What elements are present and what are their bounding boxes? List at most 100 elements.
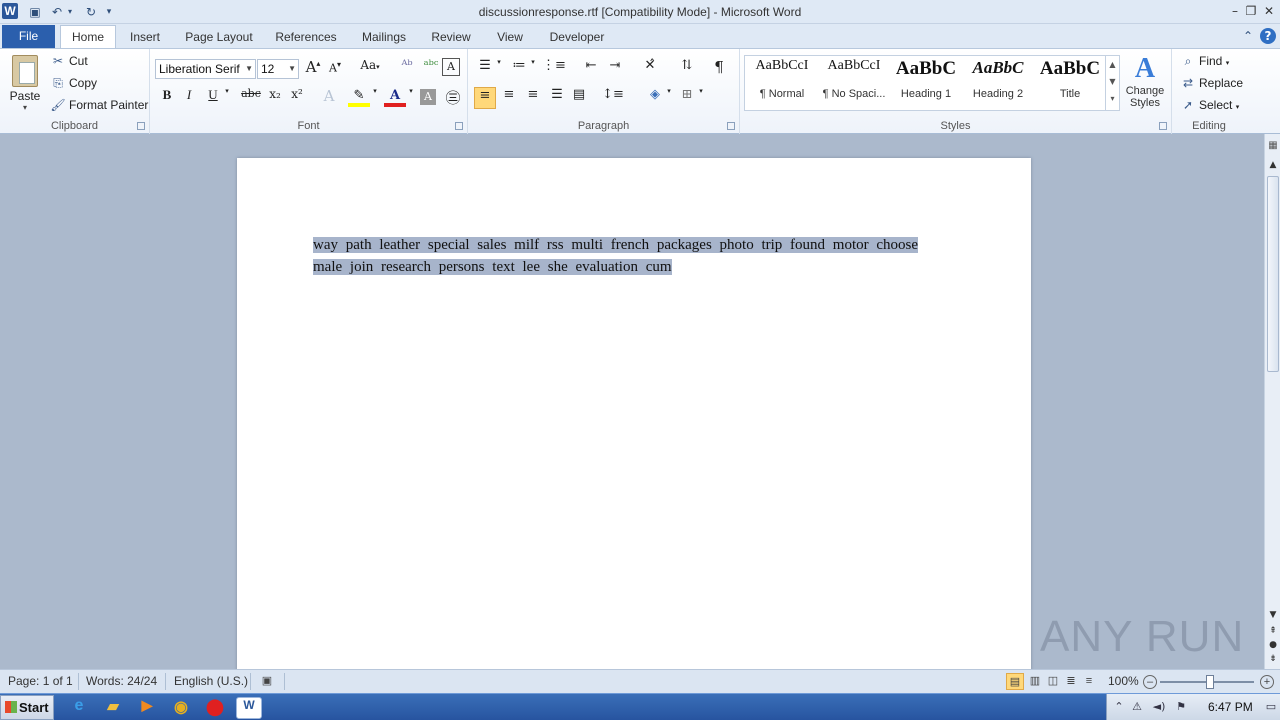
action-center-flag-icon[interactable]: ⚑ (1173, 699, 1189, 715)
close-icon[interactable]: ✕ (1260, 2, 1278, 20)
full-screen-reading-icon[interactable]: ▥ (1026, 673, 1044, 690)
align-center-button[interactable]: ≡ (498, 87, 520, 109)
paragraph-launcher-icon[interactable] (727, 122, 735, 130)
vertical-scrollbar[interactable]: ▦ ▲ ▼ ⇞ ● ⇟ (1264, 134, 1280, 669)
taskbar-clock[interactable]: 6:47 PM (1208, 700, 1253, 714)
zoom-out-icon[interactable]: – (1143, 675, 1157, 689)
enclose-characters-button[interactable]: ㊂ (442, 87, 464, 109)
macro-recording-icon[interactable]: ▣ (258, 673, 276, 690)
restore-icon[interactable]: ❐ (1242, 2, 1260, 20)
style-normal[interactable]: AaBbCcI ¶ Normal (747, 58, 817, 108)
gallery-more-icon[interactable]: ▾ (1106, 90, 1119, 107)
help-icon[interactable]: ? (1260, 28, 1276, 44)
text-effects-button[interactable]: A (318, 87, 340, 109)
paste-button[interactable]: Paste ▾ (6, 53, 44, 117)
numbering-button[interactable]: ≔ (508, 58, 530, 80)
shading-button[interactable]: ◈ (644, 87, 666, 109)
underline-button[interactable]: U (202, 87, 224, 109)
phonetic-guide-button[interactable]: ᵃᵇᶜ (420, 58, 442, 80)
show-desktop-icon[interactable]: ▭ (1263, 699, 1279, 715)
styles-launcher-icon[interactable] (1159, 122, 1167, 130)
browse-object-icon[interactable]: ● (1266, 638, 1280, 652)
opera-icon[interactable]: ⬤ (204, 697, 226, 719)
show-hidden-icons-icon[interactable]: ⌃ (1111, 699, 1127, 715)
font-name-combo[interactable]: Liberation Serif ▼ (155, 59, 256, 79)
zoom-in-icon[interactable]: + (1260, 675, 1274, 689)
outline-view-icon[interactable]: ≣ (1062, 673, 1080, 690)
chrome-icon[interactable]: ◉ (170, 697, 192, 719)
strikethrough-button[interactable]: abc (238, 87, 264, 109)
sort-button[interactable]: ⇅ (676, 58, 698, 80)
gallery-scroll[interactable]: ▲ ▼ ▾ (1105, 56, 1119, 110)
highlight-dropdown-icon[interactable]: ▾ (370, 87, 380, 109)
zoom-slider-thumb[interactable] (1206, 675, 1214, 689)
copy-button[interactable]: ⎘ Copy (50, 73, 97, 93)
word-taskbar-button[interactable]: W (236, 697, 262, 719)
select-button[interactable]: ➚ Select ▾ (1180, 95, 1239, 115)
tab-insert[interactable]: Insert (124, 26, 166, 48)
cut-button[interactable]: ✂ Cut (50, 51, 88, 71)
show-marks-button[interactable]: ¶ (708, 58, 730, 80)
file-explorer-icon[interactable]: ▰ (102, 697, 124, 719)
font-launcher-icon[interactable] (455, 122, 463, 130)
justify-button[interactable]: ☰ (546, 87, 568, 109)
replace-button[interactable]: ⇄ Replace (1180, 73, 1243, 93)
view-ruler-icon[interactable]: ▦ (1266, 140, 1280, 154)
tab-view[interactable]: View (490, 26, 530, 48)
page-count[interactable]: Page: 1 of 1 (8, 674, 73, 688)
style-heading-1[interactable]: AaBbC Heading 1 (891, 58, 961, 108)
style-no-spacing[interactable]: AaBbCcI ¶ No Spaci... (819, 58, 889, 108)
word-count[interactable]: Words: 24/24 (86, 674, 157, 688)
style-heading-2[interactable]: AaBbC Heading 2 (963, 58, 1033, 108)
multilevel-list-button[interactable]: ⋮≡ (542, 58, 566, 80)
media-player-icon[interactable]: ▶ (136, 697, 158, 719)
language-indicator[interactable]: English (U.S.) (174, 674, 248, 688)
style-title[interactable]: AaBbC Title (1035, 58, 1105, 108)
print-layout-view-icon[interactable]: ▤ (1006, 673, 1024, 690)
document-body[interactable]: way path leather special sales milf rss … (313, 234, 943, 278)
align-right-button[interactable]: ≡ (522, 87, 544, 109)
tab-file[interactable]: File (2, 25, 55, 48)
scroll-down-icon[interactable]: ▼ (1266, 608, 1280, 622)
tab-references[interactable]: References (272, 26, 340, 48)
font-size-combo[interactable]: 12 ▼ (257, 59, 299, 79)
format-painter-button[interactable]: 🖌 Format Painter (50, 95, 148, 115)
tab-mailings[interactable]: Mailings (356, 26, 412, 48)
tab-developer[interactable]: Developer (546, 26, 608, 48)
previous-page-icon[interactable]: ⇞ (1266, 624, 1280, 638)
font-color-button[interactable]: A (384, 87, 406, 107)
bullets-button[interactable]: ☰ (474, 58, 496, 80)
start-button[interactable]: Start (0, 695, 54, 720)
scroll-up-icon[interactable]: ▲ (1266, 158, 1280, 172)
minimize-ribbon-icon[interactable]: ⌃ (1240, 28, 1256, 44)
change-case-button[interactable]: Aa▾ (356, 58, 384, 80)
scroll-thumb[interactable] (1267, 176, 1279, 372)
tab-home[interactable]: Home (60, 25, 116, 49)
draft-view-icon[interactable]: ≡ (1080, 673, 1098, 690)
character-shading-button[interactable]: A (420, 89, 436, 105)
bullets-dropdown-icon[interactable]: ▾ (494, 58, 504, 80)
shrink-font-button[interactable]: A▾ (324, 60, 346, 82)
numbering-dropdown-icon[interactable]: ▾ (528, 58, 538, 80)
internet-explorer-icon[interactable]: e (68, 697, 90, 719)
decrease-indent-button[interactable]: ⇤ (580, 58, 602, 80)
selected-text[interactable]: way path leather special sales milf rss … (313, 237, 919, 275)
shading-dropdown-icon[interactable]: ▾ (664, 87, 674, 109)
underline-dropdown-icon[interactable]: ▾ (222, 87, 232, 109)
asian-layout-button[interactable]: ✕̂ (636, 58, 664, 80)
font-color-dropdown-icon[interactable]: ▾ (406, 87, 416, 109)
clipboard-launcher-icon[interactable] (137, 122, 145, 130)
distributed-button[interactable]: ▤ (568, 87, 590, 109)
align-left-button[interactable]: ≡ (474, 87, 496, 109)
volume-icon[interactable]: ◄) (1151, 699, 1167, 715)
find-button[interactable]: ⌕ Find ▾ (1180, 51, 1230, 71)
superscript-button[interactable]: x² (286, 87, 308, 109)
increase-indent-button[interactable]: ⇥ (604, 58, 626, 80)
italic-button[interactable]: I (178, 87, 200, 109)
gallery-up-icon[interactable]: ▲ (1106, 56, 1119, 73)
line-spacing-button[interactable]: ↕≡ (602, 87, 624, 109)
web-layout-icon[interactable]: ◫ (1044, 673, 1062, 690)
next-page-icon[interactable]: ⇟ (1266, 652, 1280, 666)
tab-page-layout[interactable]: Page Layout (182, 26, 256, 48)
highlight-button[interactable]: ✎ (348, 87, 370, 107)
